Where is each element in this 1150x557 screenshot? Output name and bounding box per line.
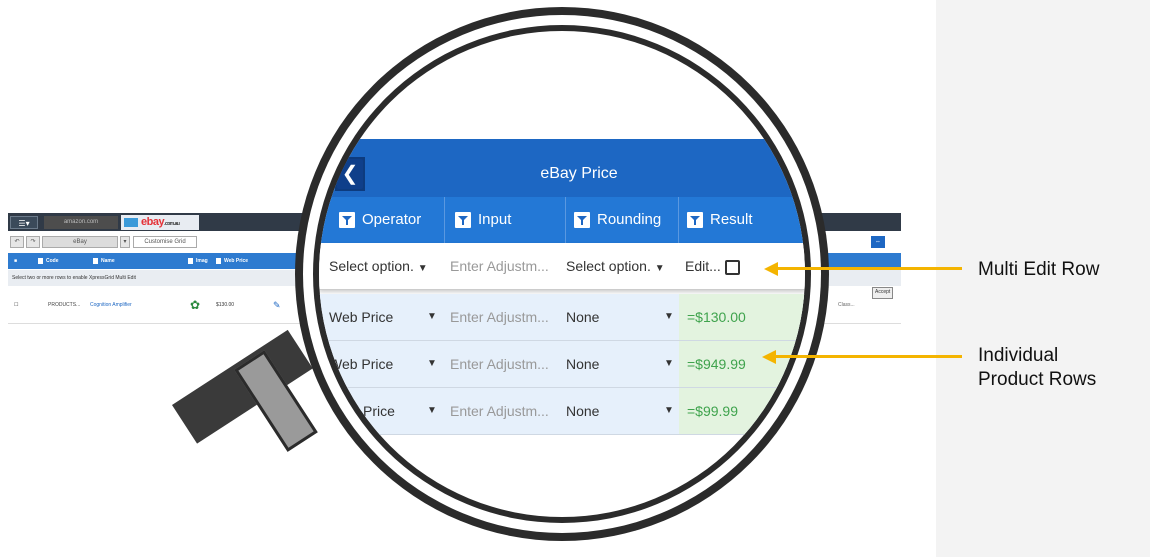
filter-icon bbox=[188, 257, 193, 264]
view-select-value: eBay bbox=[73, 239, 87, 245]
dropdown-caret-icon: ▼ bbox=[427, 358, 437, 369]
multi-operator-select[interactable]: Select option. ▼ bbox=[329, 243, 447, 289]
ebay-tab[interactable]: ebay.com.au bbox=[121, 215, 199, 230]
row-input-field[interactable]: Enter Adjustm... bbox=[450, 294, 565, 340]
product-image-icon: ✿ bbox=[190, 298, 201, 312]
arrow-head-icon bbox=[762, 350, 776, 364]
row-input-field[interactable]: Enter Adjustm... bbox=[450, 388, 565, 434]
expand-button[interactable]: ⇔ bbox=[871, 236, 885, 248]
row-operator-select[interactable]: Price bbox=[363, 388, 423, 434]
header-image[interactable]: Imag bbox=[188, 253, 208, 269]
multi-result-label: Edit... bbox=[685, 258, 721, 274]
row-result: =$99.99 bbox=[679, 388, 805, 434]
accept-button[interactable]: Accept bbox=[872, 287, 894, 299]
filter-icon bbox=[574, 212, 590, 229]
row-operator-value: Price bbox=[363, 403, 395, 419]
redo-button[interactable]: ↷ bbox=[26, 236, 40, 248]
price-column-header: Operator Input Rounding Result bbox=[319, 197, 805, 243]
column-input-label: Input bbox=[478, 211, 512, 228]
multi-edit-arrow bbox=[776, 267, 962, 270]
row-operator-select[interactable]: Web Price bbox=[329, 294, 419, 340]
dropdown-caret-icon: ▼ bbox=[427, 311, 437, 322]
header-code-label: Code bbox=[46, 258, 59, 264]
row-operator-select[interactable]: Web Price bbox=[329, 341, 419, 387]
filter-icon bbox=[93, 257, 98, 264]
dropdown-caret-icon: ▼ bbox=[417, 263, 428, 274]
chevron-left-icon[interactable]: ❮ bbox=[337, 159, 363, 189]
row-rounding-value: None bbox=[566, 356, 600, 372]
multi-rounding-value: Select option. bbox=[566, 258, 651, 274]
row-result: =$130.00 bbox=[679, 294, 805, 340]
row-operator-value: Web Price bbox=[329, 309, 394, 325]
multi-edit-label: Multi Edit Row bbox=[978, 259, 1100, 280]
ebay-logo: ebay.com.au bbox=[141, 215, 180, 232]
header-image-label: Imag bbox=[196, 258, 208, 264]
row-rounding-select[interactable]: None bbox=[566, 388, 656, 434]
filter-icon bbox=[216, 257, 221, 264]
row-rounding-select[interactable]: None bbox=[566, 341, 656, 387]
filter-icon bbox=[38, 257, 43, 264]
header-name[interactable]: Name bbox=[93, 253, 115, 269]
view-select[interactable]: eBay bbox=[42, 236, 118, 248]
dropdown-caret-icon: ▼ bbox=[427, 405, 437, 416]
customise-grid-button[interactable]: Customise Grid bbox=[133, 236, 197, 248]
column-operator-label: Operator bbox=[362, 211, 422, 228]
row-rounding-value: None bbox=[566, 309, 600, 325]
row-class: Class... bbox=[838, 302, 855, 308]
product-row[interactable]: Web Price ▼ Enter Adjustm... None ▼ =$13… bbox=[319, 294, 805, 341]
column-result[interactable]: Result bbox=[679, 197, 805, 243]
filter-icon bbox=[339, 212, 355, 229]
ebay-tab-icon bbox=[124, 218, 138, 227]
edit-icon[interactable] bbox=[724, 259, 740, 275]
multi-operator-value: Select option. bbox=[329, 258, 414, 274]
header-code[interactable]: Code bbox=[38, 253, 59, 269]
row-checkbox[interactable]: ☐ bbox=[14, 287, 18, 323]
dropdown-caret-icon: ▼ bbox=[664, 405, 674, 416]
undo-button[interactable]: ↶ bbox=[10, 236, 24, 248]
arrow-head-icon bbox=[764, 262, 778, 276]
grid-menu-icon[interactable]: ☰▾ bbox=[10, 216, 38, 229]
dropdown-caret-icon: ▼ bbox=[664, 311, 674, 322]
multi-input-field[interactable]: Enter Adjustm... bbox=[450, 243, 565, 289]
row-rounding-value: None bbox=[566, 403, 600, 419]
price-panel-title-bar: eBay Price bbox=[319, 139, 805, 197]
ebay-logo-text: ebay bbox=[141, 216, 165, 228]
row-input-field[interactable]: Enter Adjustm... bbox=[450, 341, 565, 387]
row-price: $130.00 bbox=[216, 302, 235, 308]
dropdown-caret-icon: ▼ bbox=[654, 263, 665, 274]
product-rows-label-line2: Product Rows bbox=[978, 369, 1097, 390]
amazon-tab[interactable]: amazon.com bbox=[44, 216, 118, 229]
header-web-price[interactable]: Web Price bbox=[216, 253, 248, 269]
edit-icon[interactable]: ✎ bbox=[273, 287, 281, 323]
multi-edit-row: Select option. ▼ Enter Adjustm... Select… bbox=[319, 243, 805, 290]
product-row[interactable]: Price ▼ Enter Adjustm... None ▼ =$99.99 bbox=[319, 388, 805, 435]
row-operator-value: Web Price bbox=[329, 356, 394, 372]
column-operator[interactable]: Operator bbox=[333, 197, 445, 243]
filter-icon bbox=[455, 212, 471, 229]
row-name[interactable]: Cognition Amplifier bbox=[90, 287, 132, 323]
magnifier-lens: eBay Price ❮ Operator Input Rounding Res… bbox=[319, 31, 805, 517]
column-input[interactable]: Input bbox=[445, 197, 566, 243]
multi-rounding-select[interactable]: Select option. ▼ bbox=[566, 243, 681, 289]
column-rounding-label: Rounding bbox=[597, 211, 662, 228]
column-rounding[interactable]: Rounding bbox=[566, 197, 679, 243]
select-all-checkbox[interactable]: ■ bbox=[14, 253, 17, 269]
product-rows-arrow bbox=[774, 355, 962, 358]
row-code: PRODUCTS... bbox=[48, 302, 81, 308]
header-name-label: Name bbox=[101, 258, 115, 264]
customise-grid-label: Customise Grid bbox=[144, 239, 186, 245]
product-row[interactable]: Web Price ▼ Enter Adjustm... None ▼ =$94… bbox=[319, 341, 805, 388]
product-rows-label-line1: Individual bbox=[978, 345, 1059, 366]
ebay-logo-suffix: .com.au bbox=[164, 221, 180, 227]
column-result-label: Result bbox=[710, 211, 753, 228]
filter-icon bbox=[687, 212, 703, 229]
dropdown-caret-icon: ▼ bbox=[664, 358, 674, 369]
view-dropdown-button[interactable]: ▾ bbox=[120, 236, 130, 248]
header-web-price-label: Web Price bbox=[224, 258, 249, 264]
row-rounding-select[interactable]: None bbox=[566, 294, 656, 340]
row-result: =$949.99 bbox=[679, 341, 805, 387]
